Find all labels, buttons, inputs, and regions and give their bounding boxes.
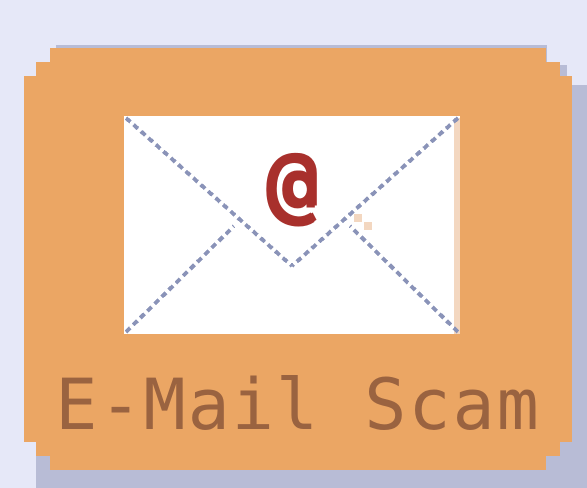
desktop-background: @ E-Mail Scam xyxy=(0,0,587,488)
email-scam-app-icon[interactable]: @ E-Mail Scam xyxy=(24,48,572,470)
at-sign-icon: @ xyxy=(266,132,318,232)
envelope-icon: @ xyxy=(124,116,460,334)
icon-label: E-Mail Scam xyxy=(55,364,541,446)
